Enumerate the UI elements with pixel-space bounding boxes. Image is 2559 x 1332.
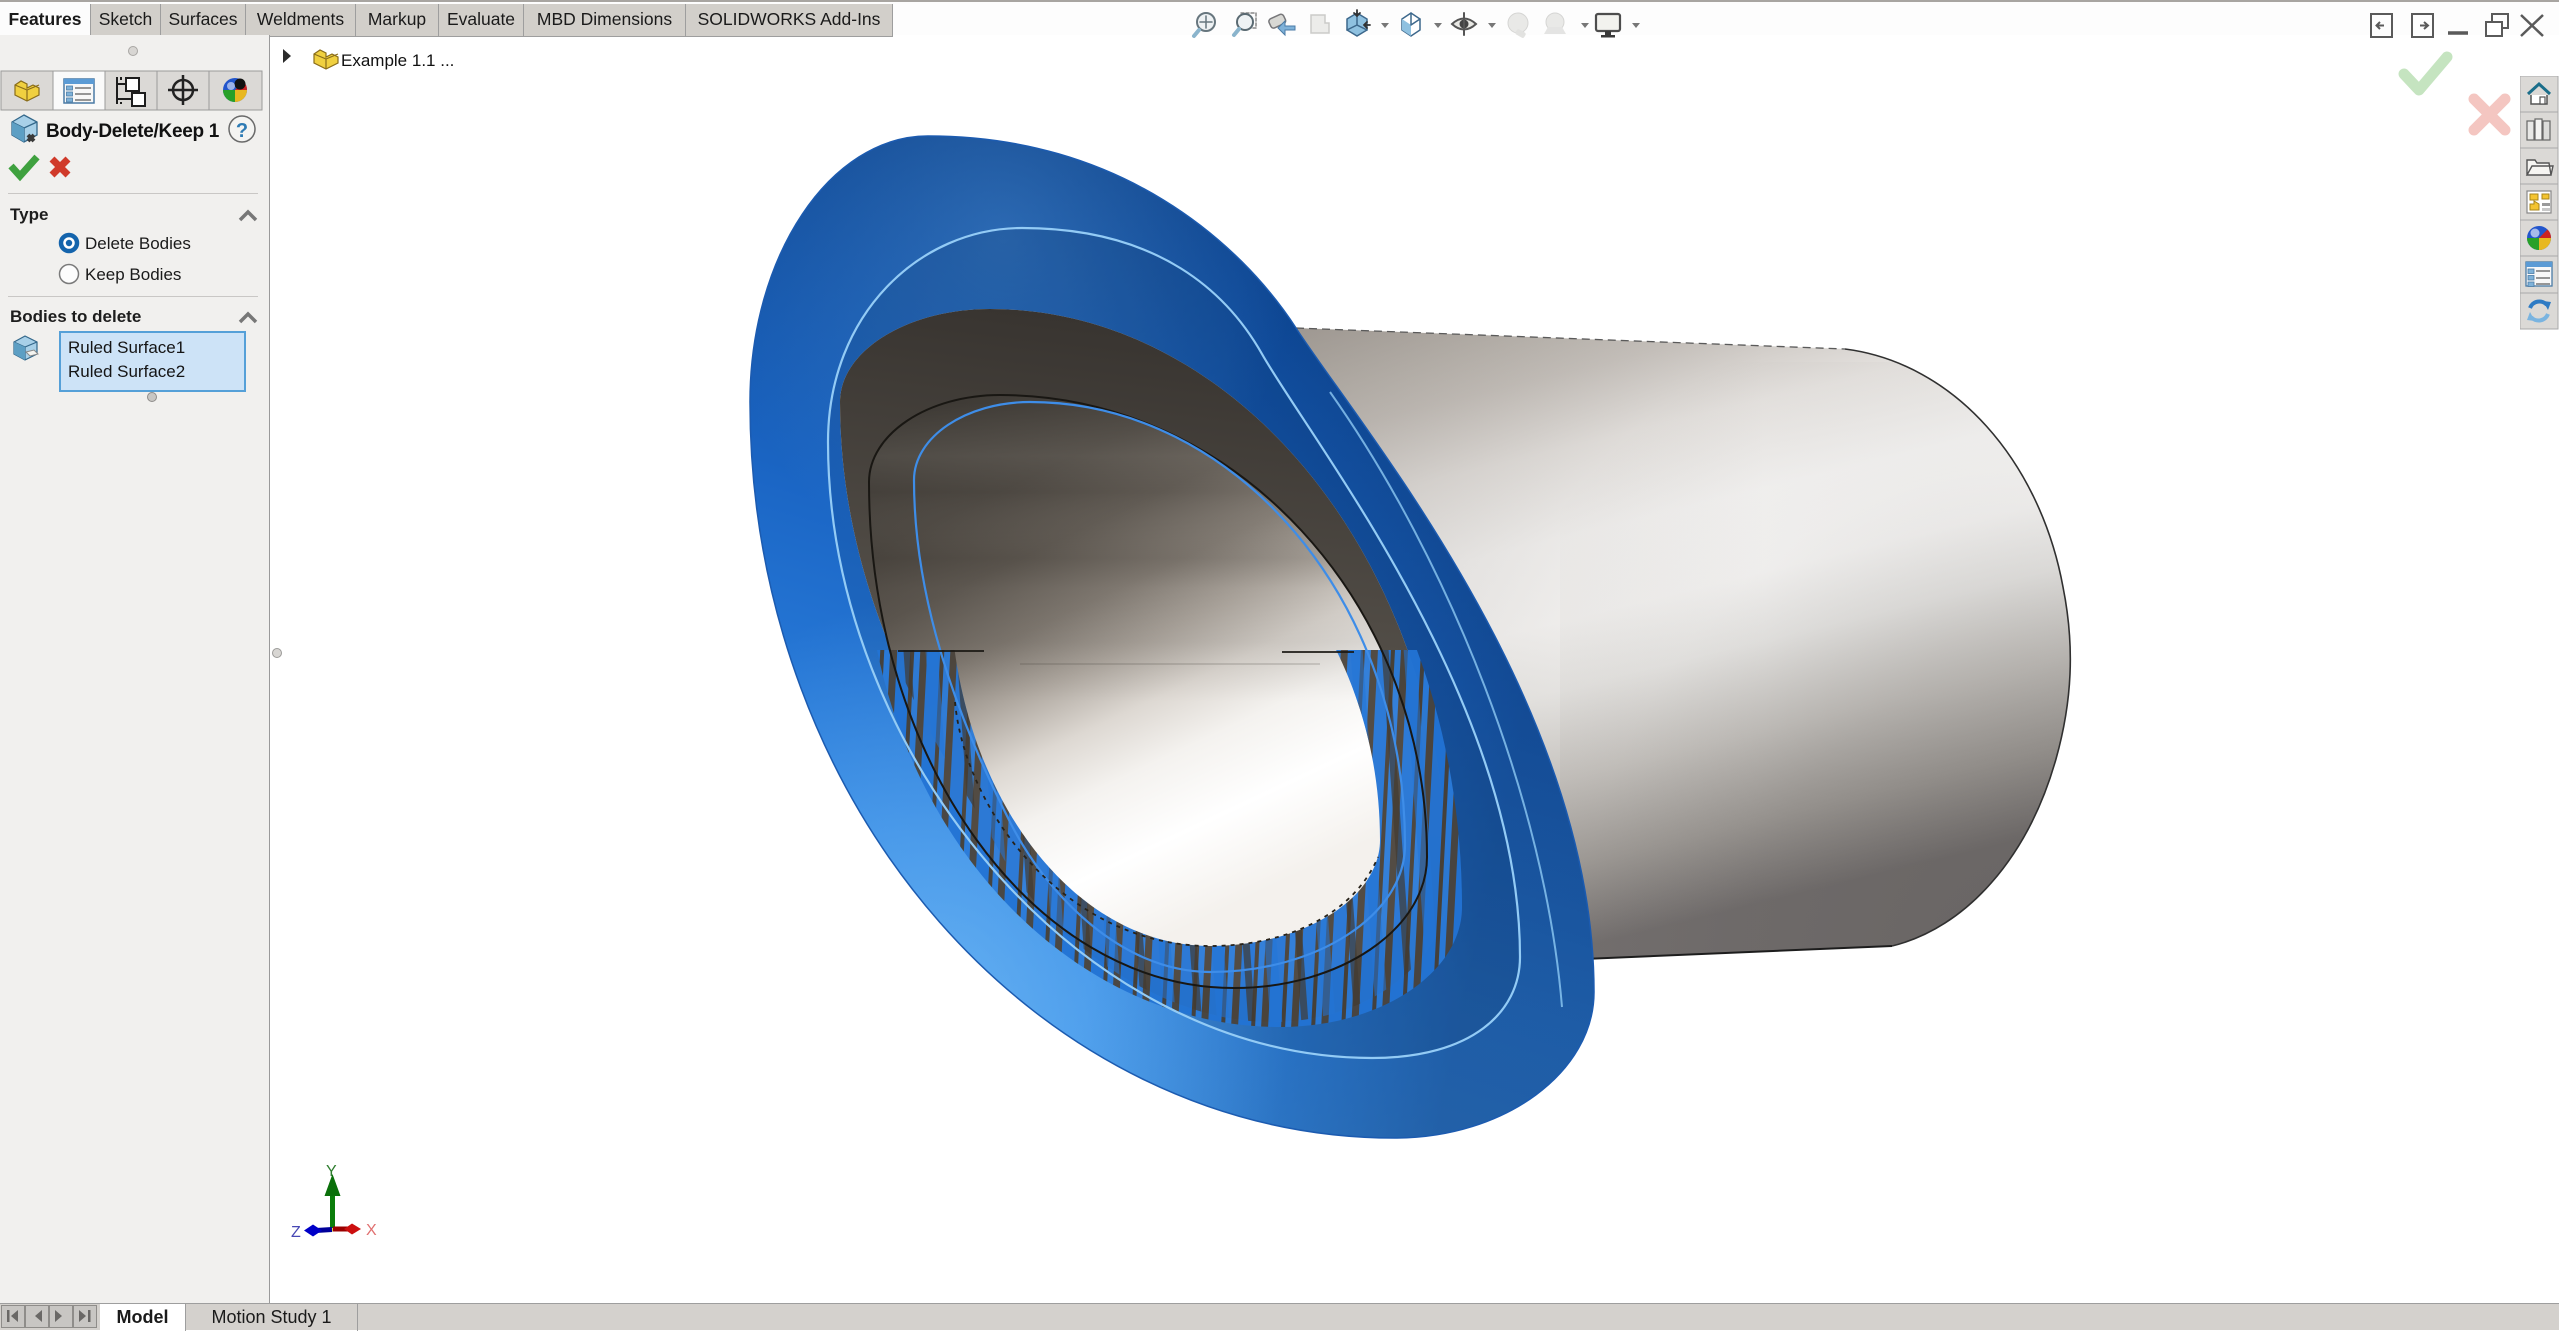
svg-text:Example 1.1 ...: Example 1.1 ...: [341, 51, 454, 70]
svg-text:X: X: [366, 1222, 377, 1239]
svg-text:Y: Y: [326, 1163, 337, 1180]
svg-text:Z: Z: [291, 1224, 301, 1241]
svg-text:?: ?: [236, 120, 248, 142]
